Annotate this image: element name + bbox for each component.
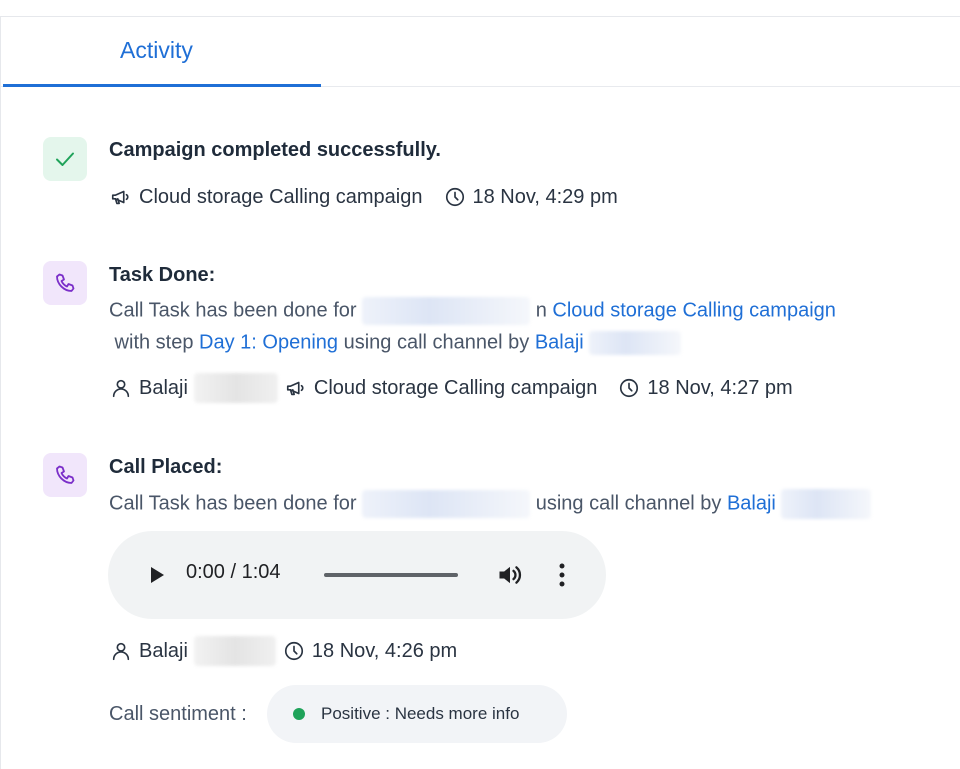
tab-activity-label: Activity [120,37,193,63]
activity-description: Call Task has been done for using call c… [109,489,872,519]
timestamp: 18 Nov, 4:26 pm [311,639,458,662]
audio-seek-bar[interactable] [324,573,458,577]
activity-meta: Cloud storage Calling campaign 18 Nov, 4… [109,184,618,210]
campaign-name: Cloud storage Calling campaign [313,376,598,399]
play-button[interactable] [144,563,168,587]
description-text: Call Task has been done for [109,492,357,515]
redacted-surname [193,373,278,403]
call-badge [43,261,87,305]
user-icon [109,639,133,663]
activity-title: Task Done: [109,264,216,286]
user-link[interactable]: Balaji [535,331,584,353]
sentiment-dot [293,708,305,720]
redacted-surname [781,489,872,519]
megaphone-icon [284,376,308,400]
volume-icon [499,566,522,584]
redacted-contact [362,490,531,518]
audio-time: 0:00 / 1:04 [186,561,281,583]
check-icon [56,152,74,166]
description-text: Call Task has been done for [109,299,357,322]
call-badge [43,453,87,497]
description-text: using call channel by [338,331,535,354]
sentiment-label: Call sentiment : [109,703,247,725]
activity-panel: Activity Campaign completed successfully… [0,16,960,769]
campaign-link[interactable]: Cloud storage Calling campaign [552,299,836,321]
redacted-contact [362,297,531,325]
play-icon [151,567,164,583]
activity-description-line-1: Call Task has been done for n Cloud stor… [109,297,836,325]
sentiment-value: Positive : Needs more info [321,704,520,723]
audio-player: 0:00 / 1:04 [108,531,606,619]
success-badge [43,137,87,181]
phone-icon [56,465,75,484]
tab-activity[interactable]: Activity [3,17,321,87]
description-text: using call channel by [535,492,727,515]
activity-meta: Balaji 18 Nov, 4:26 pm [109,636,458,666]
more-vert-icon [559,563,565,587]
activity-description-line-2: with step Day 1: Opening using call chan… [109,331,682,355]
timestamp: 18 Nov, 4:29 pm [472,185,618,208]
description-text: with step [109,331,200,354]
activity-title: Call Placed: [109,456,223,478]
step-link[interactable]: Day 1: Opening [199,331,338,353]
clock-icon [443,185,467,209]
volume-button[interactable] [496,561,524,589]
clock-icon [617,376,641,400]
redacted-surname [193,636,276,666]
campaign-name: Cloud storage Calling campaign [139,185,423,208]
tab-bar: Activity [1,17,960,87]
timestamp: 18 Nov, 4:27 pm [647,376,793,399]
user-name: Balaji [139,639,188,662]
activity-title: Campaign completed successfully. [109,139,441,161]
activity-meta: Balaji Cloud storage Calling campaign 18… [109,373,793,403]
user-name: Balaji [139,376,188,399]
more-options-button[interactable] [554,561,570,589]
megaphone-icon [109,185,133,209]
clock-icon [282,639,306,663]
description-text: n [535,299,547,322]
user-link[interactable]: Balaji [727,492,776,514]
sentiment-badge: Positive : Needs more info [267,685,567,743]
phone-icon [56,273,75,292]
redacted-surname [589,331,682,355]
user-icon [109,376,133,400]
